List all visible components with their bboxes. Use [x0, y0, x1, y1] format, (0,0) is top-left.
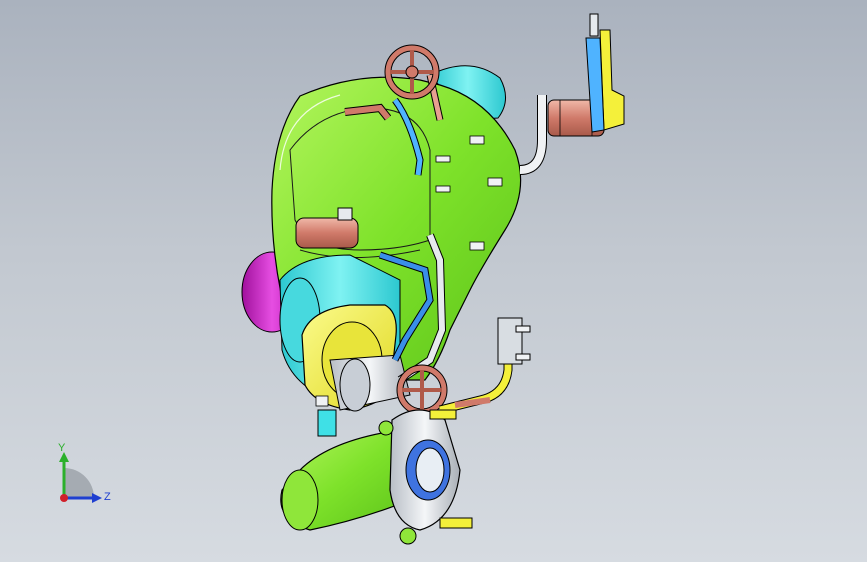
orientation-triad[interactable]: Y Z	[48, 440, 118, 510]
top-right-bracket[interactable]	[585, 13, 625, 133]
handwheel-top[interactable]	[384, 44, 440, 100]
bolt-bracket[interactable]	[497, 317, 531, 365]
triad-y-label: Y	[58, 442, 66, 454]
model-view[interactable]	[0, 0, 867, 562]
graphics-viewport[interactable]: Y Z	[0, 0, 867, 562]
triad-z-label: Z	[104, 491, 111, 503]
bearing-ring[interactable]	[405, 439, 451, 501]
handwheel-bottom[interactable]	[396, 364, 448, 416]
x-axis-dot	[60, 494, 68, 502]
